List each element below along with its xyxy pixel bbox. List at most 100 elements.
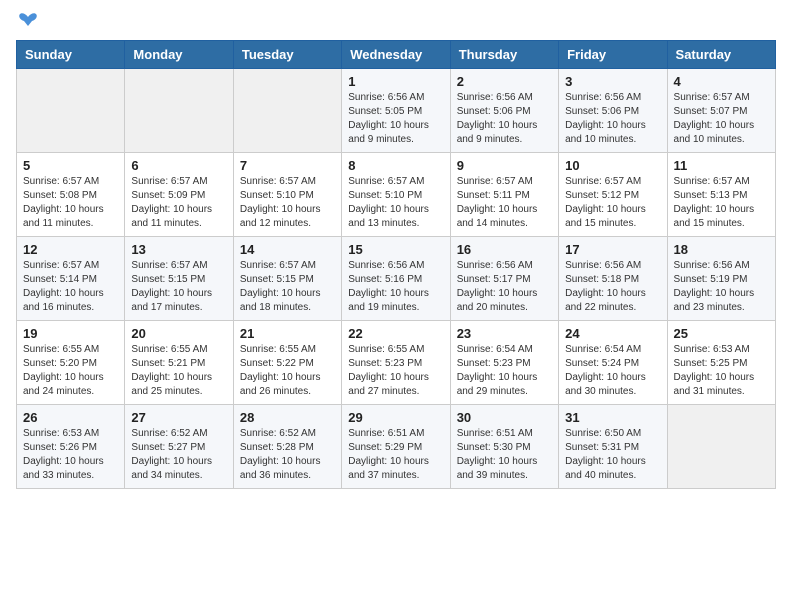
day-number: 2 — [457, 74, 552, 89]
calendar-cell: 18 Sunrise: 6:56 AM Sunset: 5:19 PM Dayli… — [667, 237, 775, 321]
day-number: 16 — [457, 242, 552, 257]
calendar-week-1: 1 Sunrise: 6:56 AM Sunset: 5:05 PM Daylig… — [17, 69, 776, 153]
calendar-cell: 12 Sunrise: 6:57 AM Sunset: 5:14 PM Dayli… — [17, 237, 125, 321]
day-detail: Sunrise: 6:55 AM Sunset: 5:20 PM Dayligh… — [23, 343, 118, 399]
day-number: 26 — [23, 410, 118, 425]
calendar-body: 1 Sunrise: 6:56 AM Sunset: 5:05 PM Daylig… — [17, 69, 776, 489]
calendar-cell: 28Sunrise: 6:52 AM Sunset: 5:28 PM Dayli… — [233, 405, 341, 489]
day-number: 6 — [131, 158, 226, 173]
day-number: 19 — [23, 326, 118, 341]
day-detail: Sunrise: 6:57 AM Sunset: 5:14 PM Dayligh… — [23, 259, 118, 315]
calendar-cell: 27Sunrise: 6:52 AM Sunset: 5:27 PM Dayli… — [125, 405, 233, 489]
day-detail: Sunrise: 6:56 AM Sunset: 5:16 PM Dayligh… — [348, 259, 443, 315]
day-number: 17 — [565, 242, 660, 257]
day-detail: Sunrise: 6:56 AM Sunset: 5:06 PM Dayligh… — [457, 91, 552, 147]
calendar-cell: 13Sunrise: 6:57 AM Sunset: 5:15 PM Dayli… — [125, 237, 233, 321]
calendar-cell: 1 Sunrise: 6:56 AM Sunset: 5:05 PM Daylig… — [342, 69, 450, 153]
calendar-cell: 20 Sunrise: 6:55 AM Sunset: 5:21 PM Dayli… — [125, 321, 233, 405]
day-detail: Sunrise: 6:57 AM Sunset: 5:11 PM Dayligh… — [457, 175, 552, 231]
day-number: 22 — [348, 326, 443, 341]
day-number: 29 — [348, 410, 443, 425]
calendar-cell: 21Sunrise: 6:55 AM Sunset: 5:22 PM Dayli… — [233, 321, 341, 405]
calendar-cell: 11 Sunrise: 6:57 AM Sunset: 5:13 PM Dayli… — [667, 153, 775, 237]
calendar-cell: 9 Sunrise: 6:57 AM Sunset: 5:11 PM Daylig… — [450, 153, 558, 237]
day-detail: Sunrise: 6:56 AM Sunset: 5:17 PM Dayligh… — [457, 259, 552, 315]
day-detail: Sunrise: 6:57 AM Sunset: 5:10 PM Dayligh… — [348, 175, 443, 231]
day-number: 14 — [240, 242, 335, 257]
day-number: 20 — [131, 326, 226, 341]
day-detail: Sunrise: 6:57 AM Sunset: 5:09 PM Dayligh… — [131, 175, 226, 231]
calendar-cell — [125, 69, 233, 153]
day-detail: Sunrise: 6:54 AM Sunset: 5:23 PM Dayligh… — [457, 343, 552, 399]
day-number: 3 — [565, 74, 660, 89]
day-number: 12 — [23, 242, 118, 257]
day-number: 23 — [457, 326, 552, 341]
calendar-cell: 17Sunrise: 6:56 AM Sunset: 5:18 PM Dayli… — [559, 237, 667, 321]
day-number: 5 — [23, 158, 118, 173]
day-detail: Sunrise: 6:57 AM Sunset: 5:13 PM Dayligh… — [674, 175, 769, 231]
calendar-cell — [667, 405, 775, 489]
calendar-cell: 7Sunrise: 6:57 AM Sunset: 5:10 PM Daylig… — [233, 153, 341, 237]
calendar-cell: 24 Sunrise: 6:54 AM Sunset: 5:24 PM Dayli… — [559, 321, 667, 405]
calendar-cell: 14 Sunrise: 6:57 AM Sunset: 5:15 PM Dayli… — [233, 237, 341, 321]
day-number: 28 — [240, 410, 335, 425]
calendar-cell: 19 Sunrise: 6:55 AM Sunset: 5:20 PM Dayli… — [17, 321, 125, 405]
day-detail: Sunrise: 6:50 AM Sunset: 5:31 PM Dayligh… — [565, 427, 660, 483]
day-detail: Sunrise: 6:57 AM Sunset: 5:12 PM Dayligh… — [565, 175, 660, 231]
calendar-cell: 25 Sunrise: 6:53 AM Sunset: 5:25 PM Dayli… — [667, 321, 775, 405]
calendar-cell: 26 Sunrise: 6:53 AM Sunset: 5:26 PM Dayli… — [17, 405, 125, 489]
day-number: 30 — [457, 410, 552, 425]
calendar-week-3: 12 Sunrise: 6:57 AM Sunset: 5:14 PM Dayli… — [17, 237, 776, 321]
calendar-cell — [233, 69, 341, 153]
day-number: 9 — [457, 158, 552, 173]
column-header-saturday: Saturday — [667, 41, 775, 69]
column-header-sunday: Sunday — [17, 41, 125, 69]
column-header-wednesday: Wednesday — [342, 41, 450, 69]
calendar-cell: 4 Sunrise: 6:57 AM Sunset: 5:07 PM Daylig… — [667, 69, 775, 153]
day-number: 27 — [131, 410, 226, 425]
calendar-cell: 15 Sunrise: 6:56 AM Sunset: 5:16 PM Dayli… — [342, 237, 450, 321]
calendar-week-2: 5 Sunrise: 6:57 AM Sunset: 5:08 PM Daylig… — [17, 153, 776, 237]
logo — [16, 16, 40, 30]
day-number: 31 — [565, 410, 660, 425]
calendar-week-4: 19 Sunrise: 6:55 AM Sunset: 5:20 PM Dayli… — [17, 321, 776, 405]
column-header-thursday: Thursday — [450, 41, 558, 69]
calendar-cell: 10Sunrise: 6:57 AM Sunset: 5:12 PM Dayli… — [559, 153, 667, 237]
day-number: 15 — [348, 242, 443, 257]
day-detail: Sunrise: 6:55 AM Sunset: 5:22 PM Dayligh… — [240, 343, 335, 399]
logo-bird-icon — [18, 12, 40, 30]
day-detail: Sunrise: 6:56 AM Sunset: 5:19 PM Dayligh… — [674, 259, 769, 315]
day-detail: Sunrise: 6:57 AM Sunset: 5:07 PM Dayligh… — [674, 91, 769, 147]
calendar-cell: 31 Sunrise: 6:50 AM Sunset: 5:31 PM Dayli… — [559, 405, 667, 489]
calendar-cell: 30Sunrise: 6:51 AM Sunset: 5:30 PM Dayli… — [450, 405, 558, 489]
day-detail: Sunrise: 6:57 AM Sunset: 5:10 PM Dayligh… — [240, 175, 335, 231]
calendar-cell: 2 Sunrise: 6:56 AM Sunset: 5:06 PM Daylig… — [450, 69, 558, 153]
day-detail: Sunrise: 6:53 AM Sunset: 5:26 PM Dayligh… — [23, 427, 118, 483]
calendar-cell: 29Sunrise: 6:51 AM Sunset: 5:29 PM Dayli… — [342, 405, 450, 489]
day-detail: Sunrise: 6:53 AM Sunset: 5:25 PM Dayligh… — [674, 343, 769, 399]
day-number: 24 — [565, 326, 660, 341]
day-detail: Sunrise: 6:57 AM Sunset: 5:15 PM Dayligh… — [240, 259, 335, 315]
day-detail: Sunrise: 6:56 AM Sunset: 5:06 PM Dayligh… — [565, 91, 660, 147]
day-number: 18 — [674, 242, 769, 257]
day-number: 25 — [674, 326, 769, 341]
day-detail: Sunrise: 6:57 AM Sunset: 5:08 PM Dayligh… — [23, 175, 118, 231]
page-header — [16, 16, 776, 30]
day-detail: Sunrise: 6:55 AM Sunset: 5:23 PM Dayligh… — [348, 343, 443, 399]
day-detail: Sunrise: 6:55 AM Sunset: 5:21 PM Dayligh… — [131, 343, 226, 399]
day-detail: Sunrise: 6:56 AM Sunset: 5:05 PM Dayligh… — [348, 91, 443, 147]
calendar-cell: 8 Sunrise: 6:57 AM Sunset: 5:10 PM Daylig… — [342, 153, 450, 237]
day-number: 4 — [674, 74, 769, 89]
calendar-cell: 5 Sunrise: 6:57 AM Sunset: 5:08 PM Daylig… — [17, 153, 125, 237]
calendar-cell: 3 Sunrise: 6:56 AM Sunset: 5:06 PM Daylig… — [559, 69, 667, 153]
calendar-header-row: SundayMondayTuesdayWednesdayThursdayFrid… — [17, 41, 776, 69]
day-detail: Sunrise: 6:54 AM Sunset: 5:24 PM Dayligh… — [565, 343, 660, 399]
day-number: 1 — [348, 74, 443, 89]
day-number: 8 — [348, 158, 443, 173]
calendar-cell: 6 Sunrise: 6:57 AM Sunset: 5:09 PM Daylig… — [125, 153, 233, 237]
calendar-cell: 23 Sunrise: 6:54 AM Sunset: 5:23 PM Dayli… — [450, 321, 558, 405]
calendar-table: SundayMondayTuesdayWednesdayThursdayFrid… — [16, 40, 776, 489]
column-header-friday: Friday — [559, 41, 667, 69]
column-header-tuesday: Tuesday — [233, 41, 341, 69]
day-number: 11 — [674, 158, 769, 173]
